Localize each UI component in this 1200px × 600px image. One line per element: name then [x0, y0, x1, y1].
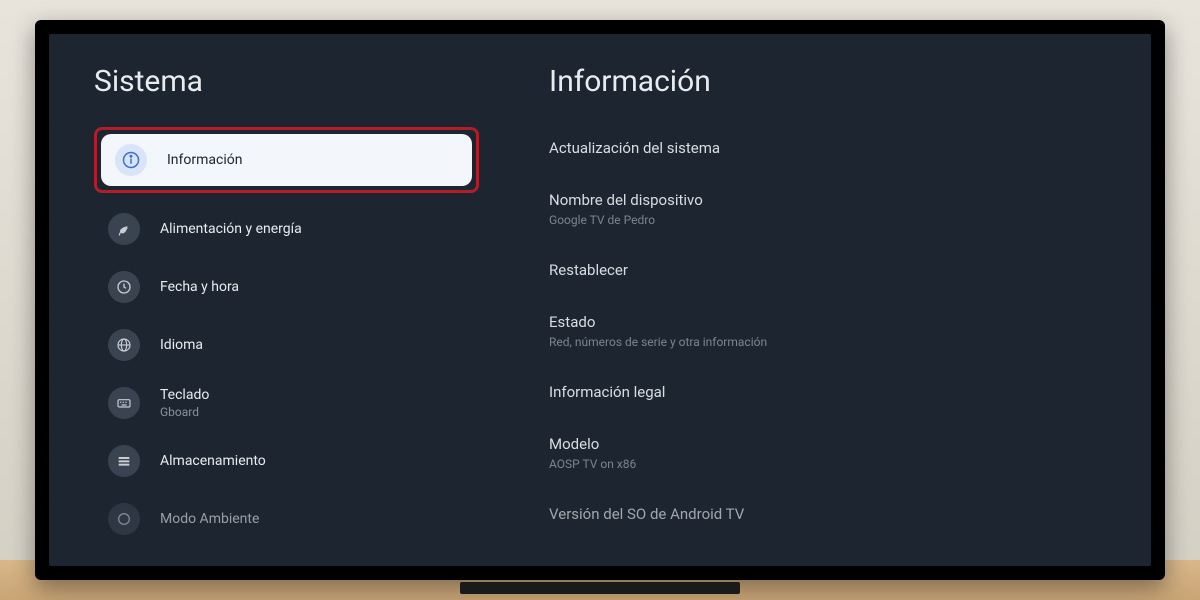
nav-item-teclado[interactable]: Teclado Gboard [94, 377, 479, 429]
info-item-restablecer[interactable]: Restablecer [549, 249, 1106, 291]
info-panel: Información Actualización del sistema No… [519, 64, 1106, 566]
keyboard-icon [108, 387, 140, 419]
info-label: Versión del SO de Android TV [549, 505, 1106, 523]
circle-icon [108, 503, 140, 535]
nav-label: Almacenamiento [160, 453, 266, 469]
system-menu-panel: Sistema Información [94, 64, 519, 566]
info-label: Nombre del dispositivo [549, 191, 1106, 209]
nav-item-ambiente[interactable]: Modo Ambiente [94, 493, 479, 545]
info-list: Actualización del sistema Nombre del dis… [549, 127, 1106, 535]
info-item-estado[interactable]: Estado Red, números de serie y otra info… [549, 301, 1106, 361]
info-item-modelo[interactable]: Modelo AOSP TV on x86 [549, 423, 1106, 483]
system-title: Sistema [94, 64, 479, 99]
nav-label: Idioma [160, 337, 203, 353]
nav-item-idioma[interactable]: Idioma [94, 319, 479, 371]
info-label: Actualización del sistema [549, 139, 1106, 157]
tv-frame: Sistema Información [35, 20, 1165, 580]
system-nav-list: Información Alimentación y energía [94, 127, 479, 545]
nav-item-almacenamiento[interactable]: Almacenamiento [94, 435, 479, 487]
info-item-legal[interactable]: Información legal [549, 371, 1106, 413]
info-sublabel: Red, números de serie y otra información [549, 335, 1106, 349]
leaf-icon [108, 213, 140, 245]
clock-icon [108, 271, 140, 303]
info-sublabel: AOSP TV on x86 [549, 457, 1106, 471]
tv-screen: Sistema Información [49, 34, 1151, 566]
info-label: Información legal [549, 383, 1106, 401]
info-label: Restablecer [549, 261, 1106, 279]
annotation-highlight: Información [94, 127, 479, 193]
nav-label: Modo Ambiente [160, 511, 259, 527]
info-item-nombre[interactable]: Nombre del dispositivo Google TV de Pedr… [549, 179, 1106, 239]
nav-label: Información [167, 152, 242, 168]
nav-item-energia[interactable]: Alimentación y energía [94, 203, 479, 255]
info-sublabel: Google TV de Pedro [549, 213, 1106, 227]
info-icon [115, 144, 147, 176]
info-item-actualizacion[interactable]: Actualización del sistema [549, 127, 1106, 169]
nav-sublabel: Gboard [160, 405, 209, 419]
globe-icon [108, 329, 140, 361]
info-item-version[interactable]: Versión del SO de Android TV [549, 493, 1106, 535]
nav-label: Fecha y hora [160, 279, 239, 295]
info-label: Modelo [549, 435, 1106, 453]
info-title: Información [549, 64, 1106, 99]
storage-icon [108, 445, 140, 477]
nav-label: Teclado [160, 387, 209, 403]
info-label: Estado [549, 313, 1106, 331]
tv-stand [460, 582, 740, 594]
nav-item-fecha[interactable]: Fecha y hora [94, 261, 479, 313]
nav-label: Alimentación y energía [160, 221, 302, 237]
nav-item-informacion[interactable]: Información [101, 134, 472, 186]
